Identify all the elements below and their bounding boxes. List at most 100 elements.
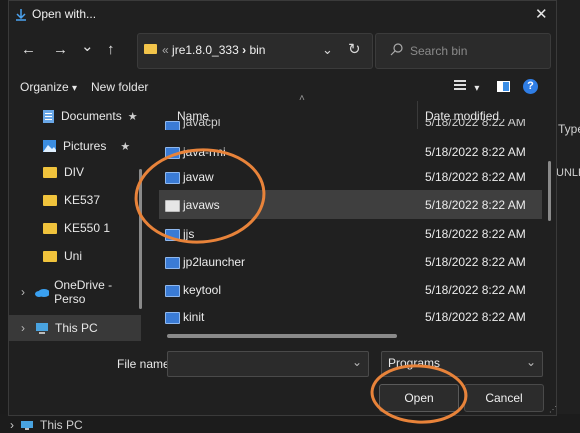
address-bar[interactable]: « jre1.8.0_333 › bin ⌄ ↻ bbox=[137, 33, 373, 69]
folder-icon bbox=[144, 44, 157, 54]
file-date: 5/18/2022 8:22 AM bbox=[425, 119, 526, 129]
sidebar-item-onedrive[interactable]: › OneDrive - Perso bbox=[9, 278, 141, 306]
horizontal-scrollbar[interactable] bbox=[167, 334, 397, 338]
file-date: 5/18/2022 8:22 AM bbox=[425, 227, 526, 241]
search-placeholder: Search bin bbox=[410, 44, 468, 58]
sidebar-item-ke537[interactable]: KE537 bbox=[9, 187, 141, 213]
file-row-partial[interactable]: javacpl 5/18/2022 8:22 AM bbox=[159, 119, 549, 130]
onedrive-icon bbox=[35, 288, 50, 297]
file-row[interactable]: javaw 5/18/2022 8:22 AM bbox=[159, 162, 542, 191]
file-date: 5/18/2022 8:22 AM bbox=[425, 198, 526, 212]
search-box[interactable]: Search bin bbox=[375, 33, 551, 69]
address-dropdown-icon[interactable]: ⌄ bbox=[322, 42, 333, 58]
up-button[interactable]: ↑ bbox=[107, 41, 115, 58]
file-name-label: File name: bbox=[117, 357, 174, 371]
file-row[interactable]: keytool 5/18/2022 8:22 AM bbox=[159, 275, 542, 304]
download-arrow-icon bbox=[16, 8, 26, 21]
file-date: 5/18/2022 8:22 AM bbox=[425, 170, 526, 184]
background-window-edge bbox=[556, 0, 580, 433]
folder-icon bbox=[43, 166, 57, 178]
address-path: « jre1.8.0_333 › bin bbox=[162, 43, 265, 57]
background-this-pc-label: This PC bbox=[40, 418, 83, 432]
file-list-scrollbar[interactable] bbox=[548, 161, 551, 221]
sidebar-item-div[interactable]: DIV bbox=[9, 159, 141, 185]
chevron-down-icon: ▾ bbox=[72, 83, 78, 94]
java-icon bbox=[165, 200, 180, 212]
chevron-down-icon: ⌄ bbox=[526, 355, 537, 369]
chevron-right-icon: › bbox=[10, 418, 14, 432]
file-name: javacpl bbox=[183, 119, 221, 129]
sidebar-item-label: KE537 bbox=[64, 193, 101, 207]
file-date: 5/18/2022 8:22 AM bbox=[425, 145, 526, 159]
file-name: javaws bbox=[183, 198, 220, 212]
this-pc-icon bbox=[36, 322, 48, 334]
background-this-pc[interactable]: › This PC bbox=[10, 418, 83, 432]
cancel-button[interactable]: Cancel bbox=[464, 384, 544, 412]
application-icon bbox=[165, 257, 180, 269]
address-segment-jre[interactable]: jre1.8.0_333 bbox=[172, 43, 239, 57]
folder-icon bbox=[43, 250, 57, 262]
chevron-right-icon[interactable]: › bbox=[21, 285, 25, 299]
sidebar-item-label: OneDrive - Perso bbox=[54, 278, 113, 306]
title-bar[interactable]: Open with... ✕ bbox=[9, 1, 556, 29]
open-button[interactable]: Open bbox=[379, 384, 459, 412]
application-icon bbox=[165, 285, 180, 297]
file-row-selected[interactable]: javaws 5/18/2022 8:22 AM bbox=[159, 190, 542, 219]
file-name: kinit bbox=[183, 310, 205, 324]
file-name-input[interactable]: ⌄ bbox=[167, 351, 369, 377]
file-type-select[interactable]: Programs ⌄ bbox=[381, 351, 543, 377]
file-name: keytool bbox=[183, 283, 222, 297]
application-icon bbox=[165, 172, 180, 184]
organize-label: Organize bbox=[20, 80, 69, 94]
background-bottom-strip bbox=[0, 414, 580, 433]
sidebar-item-uni[interactable]: Uni bbox=[9, 243, 141, 269]
sidebar-item-label: KE550 1 bbox=[64, 221, 111, 235]
preview-pane-icon bbox=[497, 81, 510, 92]
sidebar-item-label: DIV bbox=[64, 165, 85, 179]
navigation-scrollbar[interactable] bbox=[139, 169, 142, 309]
sidebar-item-label: Documents bbox=[61, 109, 122, 123]
chevron-down-icon[interactable]: ⌄ bbox=[352, 355, 362, 369]
close-button[interactable]: ✕ bbox=[535, 5, 548, 23]
file-type-value: Programs bbox=[388, 356, 441, 370]
sidebar-item-label: This PC bbox=[55, 321, 98, 335]
folder-icon bbox=[43, 194, 57, 206]
background-unlp-text: UNLP bbox=[556, 167, 580, 179]
sidebar-item-documents[interactable]: Documents ★ bbox=[9, 103, 141, 129]
sidebar-item-pictures[interactable]: Pictures ★ bbox=[9, 133, 141, 159]
monitor-icon bbox=[21, 420, 33, 430]
chevron-down-icon: ▾ bbox=[474, 83, 480, 94]
back-button[interactable]: ← bbox=[21, 41, 36, 58]
folder-icon bbox=[43, 222, 57, 234]
application-icon bbox=[165, 121, 180, 130]
chevron-right-icon[interactable]: › bbox=[21, 321, 25, 335]
preview-pane-button[interactable] bbox=[497, 81, 510, 95]
pictures-icon bbox=[43, 140, 56, 152]
sidebar-item-label: Pictures bbox=[63, 139, 107, 153]
file-date: 5/18/2022 8:22 AM bbox=[425, 283, 526, 297]
help-button[interactable]: ? bbox=[523, 79, 538, 94]
dialog-title: Open with... bbox=[15, 7, 96, 21]
new-folder-button[interactable]: New folder bbox=[91, 80, 148, 94]
refresh-icon[interactable]: ↻ bbox=[348, 40, 361, 58]
file-name: javaw bbox=[183, 170, 214, 184]
sidebar-item-this-pc[interactable]: › This PC bbox=[9, 315, 141, 341]
forward-button[interactable]: → bbox=[53, 41, 68, 58]
file-date: 5/18/2022 8:22 AM bbox=[425, 255, 526, 269]
address-prefix: « bbox=[162, 43, 169, 57]
recent-locations-button[interactable]: ⌄ bbox=[81, 37, 94, 55]
sidebar-item-ke550[interactable]: KE550 1 bbox=[9, 215, 141, 241]
pin-icon: ★ bbox=[120, 140, 131, 153]
file-row[interactable]: jp2launcher 5/18/2022 8:22 AM bbox=[159, 247, 542, 276]
list-view-icon bbox=[454, 80, 466, 90]
view-options-button[interactable]: ▾ bbox=[453, 79, 479, 94]
file-row[interactable]: jjs 5/18/2022 8:22 AM bbox=[159, 219, 542, 248]
address-segment-bin[interactable]: bin bbox=[249, 43, 265, 57]
dialog-title-text: Open with... bbox=[32, 7, 97, 21]
pin-icon: ★ bbox=[127, 110, 138, 123]
navigation-pane: Documents ★ Pictures ★ DIV KE537 KE550 1… bbox=[9, 101, 144, 344]
file-row[interactable]: kinit 5/18/2022 8:22 AM bbox=[159, 302, 542, 331]
file-name: jjs bbox=[183, 227, 195, 241]
organize-button[interactable]: Organize ▾ bbox=[20, 80, 77, 94]
resize-grip-icon[interactable]: ⋰ bbox=[549, 405, 557, 414]
